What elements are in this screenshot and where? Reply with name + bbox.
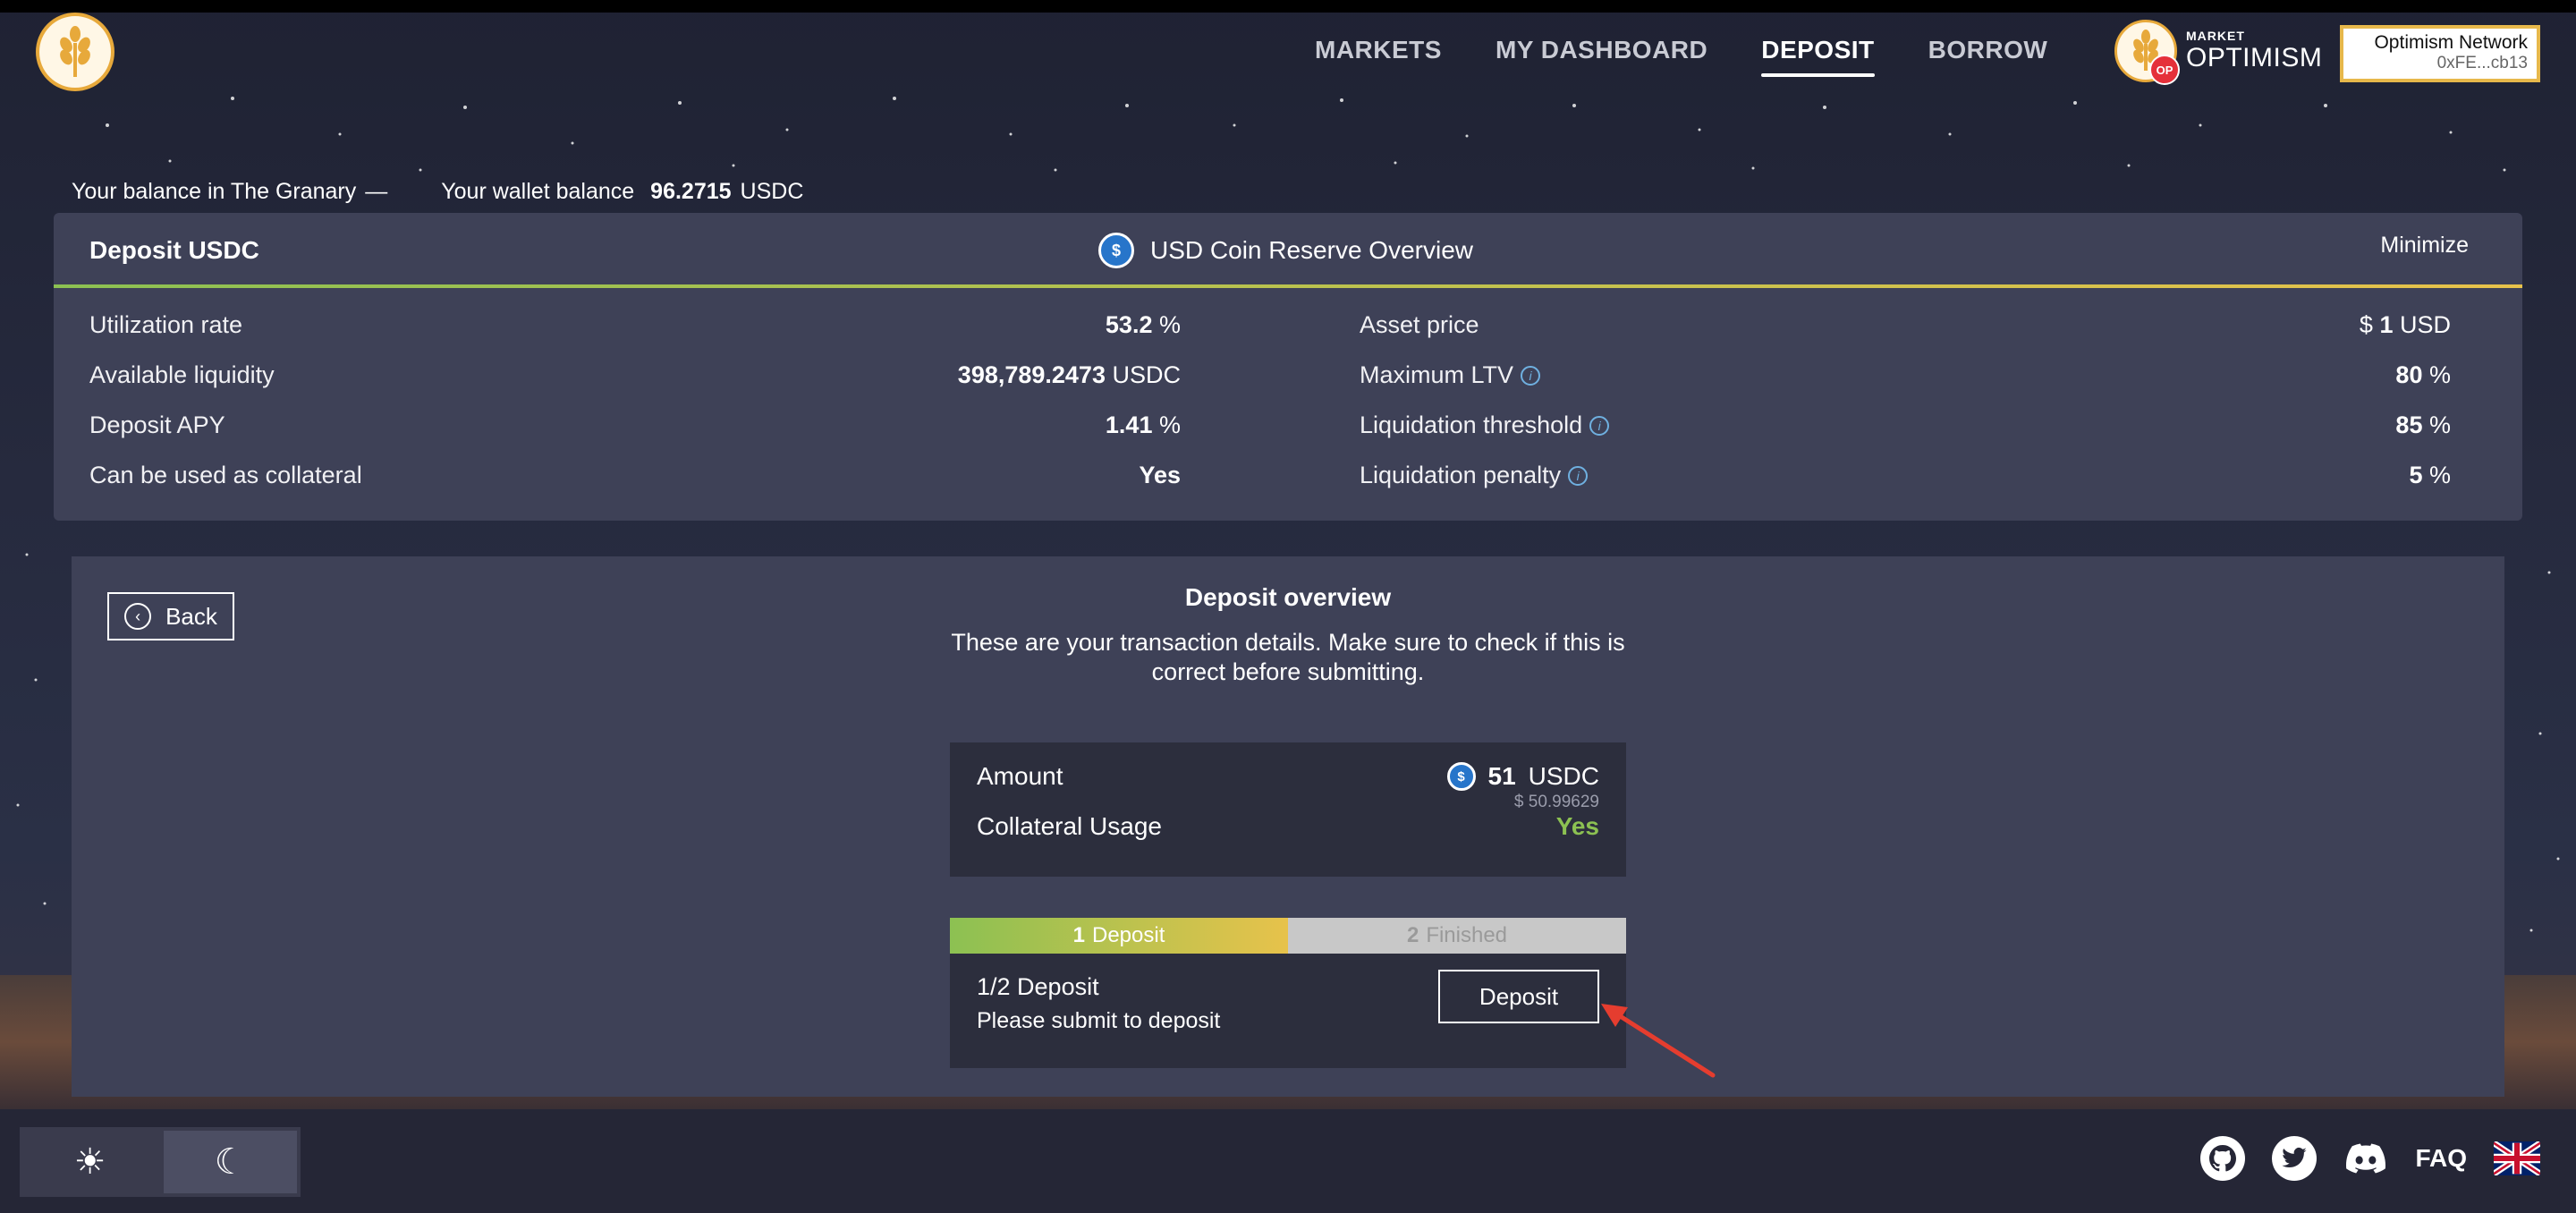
stat-value: 85 [2395,411,2423,438]
market-name: OPTIMISM [2186,43,2323,72]
amount-usd: $ 50.99629 [1513,793,1599,811]
sun-icon[interactable]: ☀ [20,1127,160,1197]
stat-row: Available liquidity 398,789.2473 USDC [89,361,1181,397]
stat-label: Asset price [1360,311,1479,338]
theme-toggle: ☀ ☾ [20,1127,301,1197]
stat-unit: % [1158,311,1181,338]
overview-description: These are your transaction details. Make… [951,629,1625,685]
social-links: FAQ [2200,1136,2540,1181]
stat-unit: % [2428,462,2451,488]
deposit-button[interactable]: Deposit [1438,970,1599,1023]
minimize-button[interactable]: Minimize [2380,233,2469,259]
stat-value: 398,789.2473 [957,361,1106,388]
nav-deposit[interactable]: DEPOSIT [1761,36,1876,77]
nav-borrow[interactable]: BORROW [1928,36,2048,64]
collateral-value: Yes [1555,812,1599,840]
step-progress: 1 Deposit 2 Finished [950,918,1626,954]
current-step-box: 1/2 Deposit Please submit to deposit Dep… [950,954,1626,1068]
stat-row: Asset price $ 1 USD [1360,311,2451,347]
reserve-panel-header: Deposit USDC $ USD Coin Reserve Overview… [54,213,2522,288]
stat-label: Maximum LTV [1360,361,1514,388]
panel-title: Deposit USDC [89,236,259,264]
wallet-balance-value: 96.2715 [650,179,732,204]
market-logo-icon: OP [2114,20,2180,85]
stat-unit: % [2428,361,2451,388]
stat-value: 53.2 [1105,311,1153,338]
moon-icon[interactable]: ☾ [164,1131,297,1193]
stat-label: Available liquidity [89,361,275,388]
market-selector[interactable]: OP MARKET OPTIMISM [2114,20,2323,85]
stat-value: 5 [2409,462,2423,488]
stat-value: 1 [2379,311,2394,338]
stat-label: Can be used as collateral [89,462,362,488]
collateral-label: Collateral Usage [977,812,1162,840]
stat-row: Maximum LTV i 80 % [1360,361,2451,397]
stat-label: Liquidation threshold [1360,411,1583,438]
granary-balance-label: Your balance in The Granary [72,179,357,204]
overview-title: Deposit overview [1184,583,1392,611]
wallet-balance-label: Your wallet balance [441,179,635,204]
amount-unit: USDC [1528,762,1599,790]
stat-row: Can be used as collateral Yes [89,462,1181,497]
logo-wheat-icon[interactable] [36,13,114,91]
stat-label: Utilization rate [89,311,243,338]
footer: ☀ ☾ FAQ [0,1109,2576,1213]
stat-value: 1.41 [1105,411,1153,438]
annotation-arrow [1601,1004,1716,1078]
step-2-label: Finished [1426,923,1508,947]
stat-unit: % [1158,411,1181,438]
stat-unit: USD [2399,311,2451,338]
step-1-number: 1 [1072,923,1085,947]
info-icon[interactable]: i [1568,465,1589,486]
step-1: 1 Deposit [950,918,1288,954]
usdc-icon: $ [1098,233,1134,268]
wallet-address: 0xFE...cb13 [2436,54,2528,72]
wallet-network-button[interactable]: Optimism Network 0xFE...cb13 [2340,25,2540,82]
transaction-details: Amount $ 51 USDC $ 50.99629 Collateral U… [950,742,1626,877]
discord-icon[interactable] [2343,1136,2388,1181]
reserve-overview-panel: Deposit USDC $ USD Coin Reserve Overview… [54,213,2522,521]
amount-value: 51 [1487,762,1516,790]
github-icon[interactable] [2200,1136,2246,1181]
info-icon[interactable]: i [1521,365,1541,386]
stat-row: Liquidation threshold i 85 % [1360,411,2451,447]
op-badge-icon: OP [2149,55,2180,85]
reserve-overview-title: USD Coin Reserve Overview [1150,236,1473,264]
stat-row: Deposit APY 1.41 % [89,411,1181,447]
stat-label: Deposit APY [89,411,225,438]
step-2-number: 2 [1406,923,1419,947]
stat-row: Utilization rate 53.2 % [89,311,1181,347]
step-2: 2 Finished [1288,918,1626,954]
stat-label: Liquidation penalty [1360,462,1562,488]
uk-flag-icon[interactable] [2494,1141,2540,1175]
stat-unit: % [2428,411,2451,438]
twitter-icon[interactable] [2272,1136,2318,1181]
deposit-overview-panel: ‹ Back Deposit overview These are your t… [72,556,2504,1097]
step-1-label: Deposit [1091,923,1165,947]
faq-link[interactable]: FAQ [2415,1144,2467,1173]
amount-label: Amount [977,762,1063,790]
stat-row: Liquidation penalty i 5 % [1360,462,2451,497]
stat-value: Yes [1139,462,1181,488]
usdc-icon: $ [1446,762,1476,791]
market-small-label: MARKET [2186,29,2245,43]
main-nav: MARKETS MY DASHBOARD DEPOSIT BORROW [1315,36,2048,77]
stat-prefix: $ [2359,311,2373,338]
balances-line: Your balance in The Granary — Your walle… [72,179,803,205]
nav-my-dashboard[interactable]: MY DASHBOARD [1496,36,1707,64]
stat-value: 80 [2395,361,2423,388]
wallet-balance-unit: USDC [740,179,804,204]
network-name: Optimism Network [2374,32,2528,53]
granary-balance-value: — [365,179,388,204]
stat-unit: USDC [1112,361,1181,388]
top-edge [0,0,2576,13]
nav-markets[interactable]: MARKETS [1315,36,1442,64]
info-icon[interactable]: i [1589,415,1610,436]
